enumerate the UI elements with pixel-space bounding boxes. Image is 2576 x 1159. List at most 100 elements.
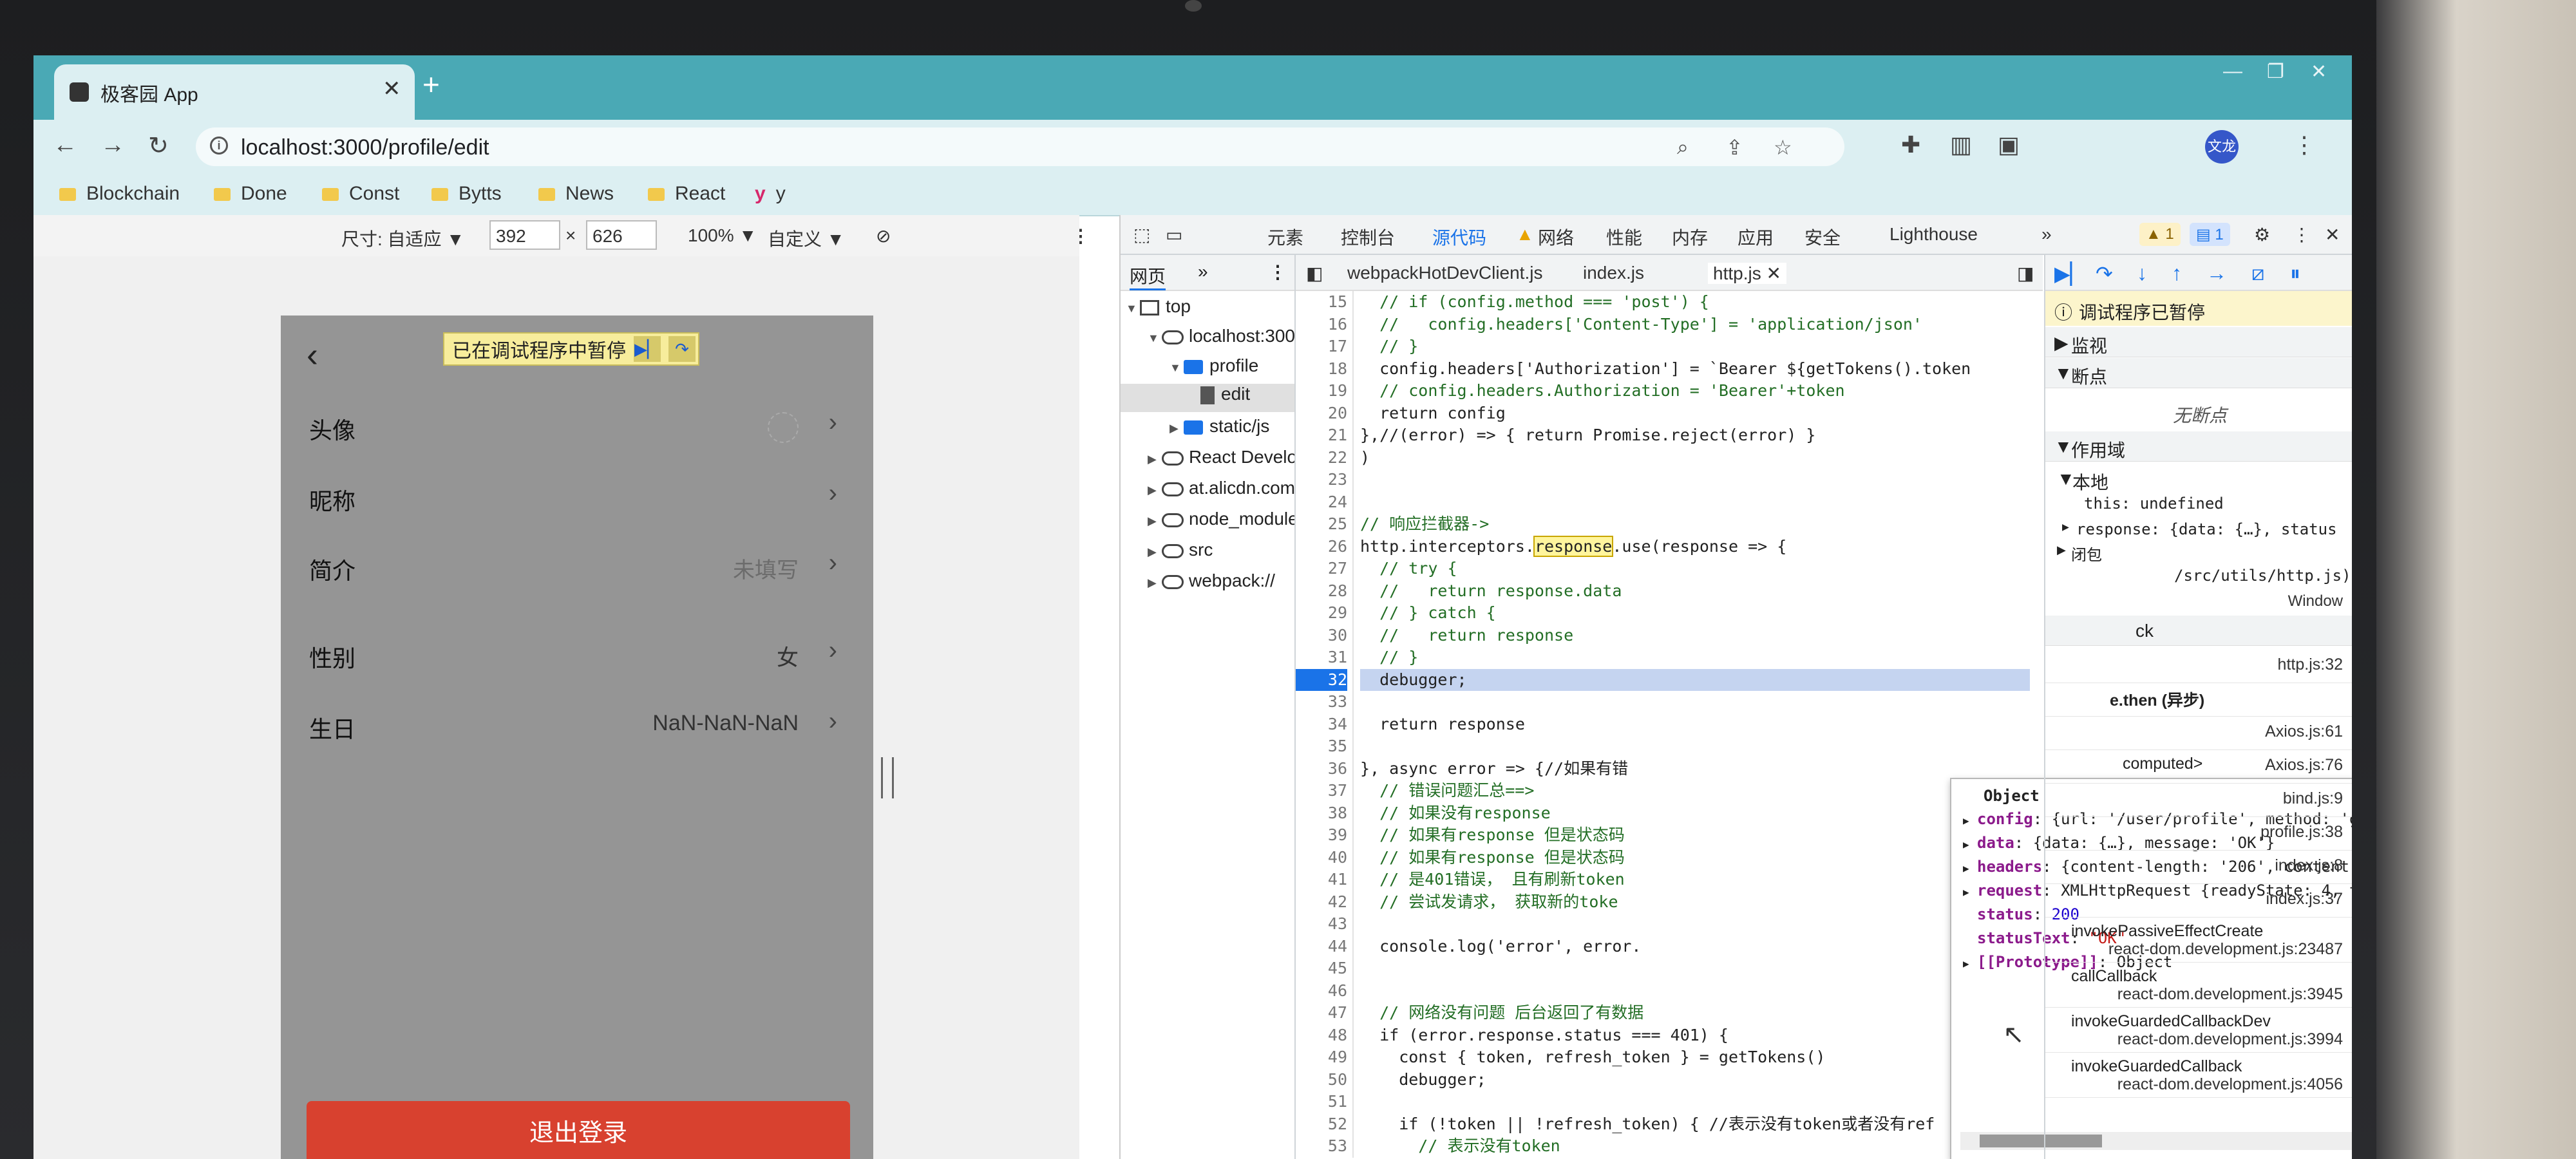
line-number[interactable]: 16 [1296,314,1347,336]
tree-item-node-modules[interactable]: ▶node_modules [1148,509,1294,529]
resume-icon[interactable]: ▶▏ [2054,261,2086,286]
step-into-icon[interactable]: ↓ [2137,261,2147,285]
resize-handle[interactable] [881,757,894,798]
editor-tab[interactable]: webpackHotDevClient.js [1347,263,1542,283]
shared-tab-icon[interactable]: ▣ [1998,131,2020,158]
step-over-icon[interactable]: ↷ [2096,261,2113,286]
line-number[interactable]: 21 [1296,424,1347,447]
line-number[interactable]: 32 [1296,668,1347,691]
step-icon[interactable]: → [2206,261,2227,285]
call-frame[interactable]: invokePassiveEffectCreate react-dom.devel… [2045,917,2352,963]
tab-console[interactable]: 控制台 [1341,224,1395,250]
scope-this[interactable]: this: undefined [2045,491,2352,516]
tree-item-src[interactable]: ▶ src [1148,540,1294,560]
bookmark-item[interactable]: React [648,183,725,205]
call-frame[interactable]: invokeGuardedCallbackDev react-dom.develo… [2045,1007,2352,1053]
call-frame[interactable]: e.then (异步) [2045,683,2352,717]
scope-response[interactable]: ▶ response: {data: {…}, status [2045,516,2352,542]
tab-security[interactable]: 安全 [1804,224,1841,250]
site-info-icon[interactable]: i [210,137,228,155]
line-number[interactable]: 36 [1296,758,1347,780]
logout-button[interactable]: 退出登录 [307,1101,850,1159]
tab-sources[interactable]: 源代码 [1432,224,1487,260]
intro-row[interactable]: 简介 未填写 › [309,533,844,598]
zoom-select[interactable]: 100% ▼ [688,225,757,246]
toggle-navigator-icon[interactable]: ◧ [1306,263,1323,284]
tree-item-profile[interactable]: ▼ profile [1170,355,1258,376]
pause-exceptions-icon[interactable]: ⏸ [2290,261,2300,286]
line-number[interactable]: 38 [1296,802,1347,825]
minimize-icon[interactable]: — [2223,61,2242,82]
new-tab-button[interactable]: + [422,67,440,102]
reload-icon[interactable]: ↻ [148,131,169,160]
navigator-menu-icon[interactable]: ⋮ [1269,261,1287,283]
line-number[interactable]: 22 [1296,447,1347,469]
section-watch[interactable]: ▶ 监视 [2045,327,2352,357]
restore-icon[interactable]: ❐ [2267,61,2284,83]
line-number[interactable]: 49 [1296,1046,1347,1069]
line-number[interactable]: 23 [1296,469,1347,491]
section-breakpoints[interactable]: ▼ 断点 [2045,358,2352,388]
bookmark-star-icon[interactable]: ☆ [1774,135,1792,160]
call-frame[interactable]: callCallback react-dom.development.js:394… [2045,962,2352,1008]
line-number[interactable]: 17 [1296,335,1347,358]
throttle-select[interactable]: 自定义 ▼ [768,225,845,251]
tree-item-top[interactable]: ▼ top [1126,296,1191,317]
line-number[interactable]: 51 [1296,1091,1347,1113]
tab-network[interactable]: 网络 [1538,224,1574,250]
share-icon[interactable]: ⇪ [1726,135,1743,160]
bookmark-item[interactable]: Done [214,183,287,205]
settings-gear-icon[interactable]: ⚙ [2254,224,2270,245]
menu-kebab-icon[interactable]: ⋮ [2293,131,2316,158]
editor-tab[interactable]: index.js [1583,263,1644,283]
browser-tab[interactable]: 极客园 App ✕ [54,64,415,120]
line-number[interactable]: 40 [1296,847,1347,869]
device-more-icon[interactable]: ⋮ [1072,225,1090,247]
call-frame[interactable]: index.js:37 [2045,883,2352,918]
bookmark-item[interactable]: Const [322,183,399,205]
device-mode-icon[interactable]: ▭ [1166,224,1182,245]
profile-avatar[interactable]: 文龙 [2205,130,2239,164]
zoom-icon[interactable]: ⌕ [1677,135,1689,160]
rotate-icon[interactable]: ⊘ [876,225,891,247]
line-number[interactable]: 18 [1296,358,1347,381]
tree-item-webpack[interactable]: ▶ webpack:// [1148,570,1294,591]
scope-closure[interactable]: ▶ 闭包 [2045,542,2352,561]
gender-row[interactable]: 性别 女 › [309,621,844,685]
height-input[interactable]: 626 [586,220,657,250]
call-frame[interactable]: bind.js:9 [2045,783,2352,817]
line-number[interactable]: 45 [1296,957,1347,980]
line-number[interactable]: 37 [1296,780,1347,802]
line-number[interactable]: 24 [1296,491,1347,514]
dimensions-select[interactable]: 尺寸: 自适应 ▼ [341,225,464,251]
step-out-icon[interactable]: ↑ [2172,261,2182,285]
step-over-icon[interactable]: ↷ [668,336,696,362]
line-number[interactable]: 34 [1296,713,1347,736]
line-number[interactable]: 48 [1296,1024,1347,1047]
close-devtools-icon[interactable]: ✕ [2325,224,2340,245]
line-number[interactable]: 50 [1296,1069,1347,1091]
bookmark-item[interactable]: Blockchain [59,183,180,205]
line-number[interactable]: 39 [1296,824,1347,847]
tree-item-static[interactable]: ▶ static/js [1170,416,1269,437]
tab-performance[interactable]: 性能 [1606,224,1642,250]
line-number[interactable]: 29 [1296,602,1347,625]
line-numbers[interactable]: 15 16 17 18 19 20 21 22 23 24 25 26 27 28 29 30 31 32 33 34… [1296,291,1354,1158]
close-window-icon[interactable]: ✕ [2311,61,2327,83]
message-badge[interactable]: ▤ 1 [2190,223,2230,246]
tree-item-localhost[interactable]: ▼ localhost:3000 [1148,326,1294,346]
bookmark-item[interactable]: yy [755,183,786,205]
scope-script[interactable]: /src/utils/http.js) [2045,563,2352,589]
bookmark-item[interactable]: Bytts [431,183,502,205]
line-number[interactable]: 53 [1296,1135,1347,1158]
birthday-row[interactable]: 生日 NaN-NaN-NaN › [309,692,844,756]
tree-item-alicdn[interactable]: ▶ at.alicdn.com [1148,478,1294,498]
call-frame[interactable]: profile.js:38 [2045,816,2352,851]
tab-application[interactable]: 应用 [1738,224,1774,250]
call-frame[interactable]: http.js:32 [2045,649,2352,683]
section-callstack[interactable]: ck [2045,616,2352,646]
toggle-debugger-icon[interactable]: ◨ [2017,263,2034,284]
tree-item-edit[interactable]: edit [1121,384,1294,412]
back-arrow-icon[interactable]: ‹ [307,335,318,375]
more-navigator-icon[interactable]: » [1198,261,1208,282]
